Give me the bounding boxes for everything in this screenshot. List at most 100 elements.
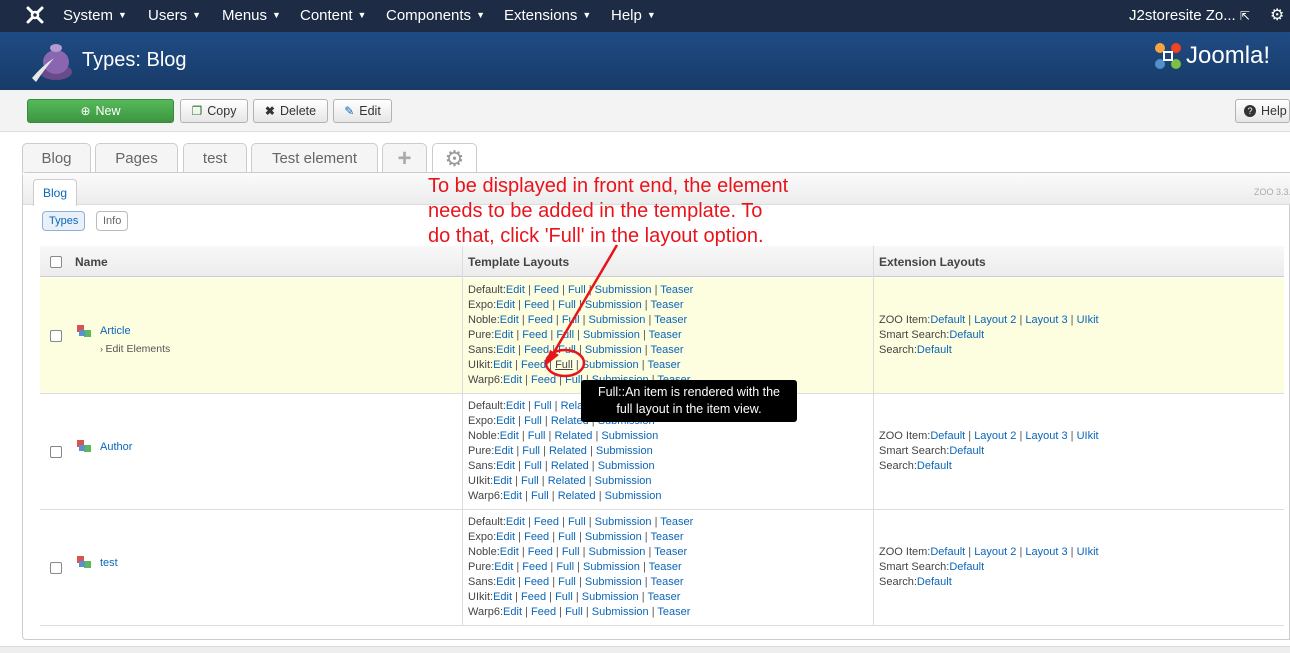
template-link-full[interactable]: Full — [521, 475, 539, 487]
menu-users[interactable]: Users ▼ — [148, 7, 201, 24]
template-link-submission[interactable]: Submission — [595, 516, 652, 528]
template-link-full[interactable]: Full — [558, 531, 576, 543]
add-app-icon[interactable]: + — [382, 143, 427, 173]
template-link-submission[interactable]: Submission — [585, 344, 642, 356]
template-link-feed[interactable]: Feed — [534, 516, 559, 528]
template-link-teaser[interactable]: Teaser — [657, 606, 690, 618]
template-link-edit[interactable]: Edit — [503, 490, 522, 502]
delete-button[interactable]: ✖ Delete — [253, 99, 328, 123]
extension-link-layout-3[interactable]: Layout 3 — [1025, 314, 1067, 326]
extension-link-default[interactable]: Default — [930, 314, 965, 326]
menu-help[interactable]: Help ▼ — [611, 7, 656, 24]
joomla-logo-icon[interactable] — [26, 6, 44, 24]
template-link-submission[interactable]: Submission — [598, 460, 655, 472]
gear-icon[interactable]: ⚙ — [1270, 5, 1284, 25]
copy-button[interactable]: ❐ Copy — [180, 99, 248, 123]
template-link-edit[interactable]: Edit — [496, 576, 515, 588]
extension-link-default[interactable]: Default — [917, 460, 952, 472]
template-link-edit[interactable]: Edit — [503, 606, 522, 618]
template-link-teaser[interactable]: Teaser — [651, 299, 684, 311]
info-button[interactable]: Info — [96, 211, 129, 231]
template-link-submission[interactable]: Submission — [583, 561, 640, 573]
row-checkbox[interactable] — [50, 562, 62, 574]
template-link-submission[interactable]: Submission — [601, 430, 658, 442]
tab-test[interactable]: test — [183, 143, 247, 173]
extension-link-layout-3[interactable]: Layout 3 — [1025, 430, 1067, 442]
template-link-edit[interactable]: Edit — [494, 445, 513, 457]
site-link[interactable]: J2storesite Zo... ⇱ — [1129, 7, 1250, 24]
menu-components[interactable]: Components ▼ — [386, 7, 485, 24]
template-link-submission[interactable]: Submission — [605, 490, 662, 502]
tab-blog[interactable]: Blog — [22, 143, 91, 173]
template-link-feed[interactable]: Feed — [524, 531, 549, 543]
menu-extensions[interactable]: Extensions ▼ — [504, 7, 591, 24]
extension-link-default[interactable]: Default — [949, 329, 984, 341]
template-link-feed[interactable]: Feed — [524, 576, 549, 588]
template-link-edit[interactable]: Edit — [496, 344, 515, 356]
edit-button[interactable]: ✎ Edit — [333, 99, 392, 123]
template-link-full[interactable]: Full — [528, 430, 546, 442]
template-link-edit[interactable]: Edit — [493, 475, 512, 487]
template-link-edit[interactable]: Edit — [503, 374, 522, 386]
template-link-teaser[interactable]: Teaser — [651, 576, 684, 588]
template-link-edit[interactable]: Edit — [494, 329, 513, 341]
template-link-feed[interactable]: Feed — [528, 314, 553, 326]
template-link-edit[interactable]: Edit — [500, 546, 519, 558]
template-link-edit[interactable]: Edit — [500, 430, 519, 442]
template-link-full[interactable]: Full — [524, 460, 542, 472]
extension-link-default[interactable]: Default — [949, 561, 984, 573]
template-link-related[interactable]: Related — [554, 430, 592, 442]
template-link-full[interactable]: Full — [534, 400, 552, 412]
extension-link-default[interactable]: Default — [917, 576, 952, 588]
template-link-submission[interactable]: Submission — [585, 531, 642, 543]
template-link-feed[interactable]: Feed — [522, 561, 547, 573]
extension-link-default[interactable]: Default — [949, 445, 984, 457]
template-link-feed[interactable]: Feed — [521, 591, 546, 603]
template-link-related[interactable]: Related — [551, 460, 589, 472]
template-link-teaser[interactable]: Teaser — [660, 516, 693, 528]
template-link-teaser[interactable]: Teaser — [660, 284, 693, 296]
app-config-gear-icon[interactable]: ⚙ — [432, 143, 477, 173]
template-link-edit[interactable]: Edit — [493, 591, 512, 603]
template-link-submission[interactable]: Submission — [589, 546, 646, 558]
select-all-checkbox[interactable] — [50, 256, 62, 268]
template-link-full[interactable]: Full — [562, 546, 580, 558]
extension-link-layout-2[interactable]: Layout 2 — [974, 546, 1016, 558]
template-link-full[interactable]: Full — [558, 299, 576, 311]
template-link-full[interactable]: Full — [555, 359, 573, 371]
menu-content[interactable]: Content ▼ — [300, 7, 366, 24]
template-link-full[interactable]: Full — [558, 344, 576, 356]
template-link-full[interactable]: Full — [531, 490, 549, 502]
template-link-submission[interactable]: Submission — [585, 299, 642, 311]
edit-elements-link[interactable]: › Edit Elements — [100, 343, 170, 355]
types-button[interactable]: Types — [42, 211, 86, 231]
type-name-link[interactable]: Author — [100, 441, 132, 453]
extension-link-default[interactable]: Default — [917, 344, 952, 356]
extension-link-layout-2[interactable]: Layout 2 — [974, 314, 1016, 326]
template-link-full[interactable]: Full — [524, 415, 542, 427]
template-link-edit[interactable]: Edit — [496, 415, 515, 427]
extension-link-default[interactable]: Default — [930, 430, 965, 442]
template-link-teaser[interactable]: Teaser — [647, 359, 680, 371]
template-link-full[interactable]: Full — [522, 445, 540, 457]
row-checkbox[interactable] — [50, 330, 62, 342]
template-link-teaser[interactable]: Teaser — [651, 531, 684, 543]
template-link-edit[interactable]: Edit — [506, 516, 525, 528]
row-checkbox[interactable] — [50, 446, 62, 458]
template-link-full[interactable]: Full — [562, 314, 580, 326]
template-link-full[interactable]: Full — [558, 576, 576, 588]
template-link-full[interactable]: Full — [568, 284, 586, 296]
template-link-teaser[interactable]: Teaser — [654, 546, 687, 558]
template-link-submission[interactable]: Submission — [589, 314, 646, 326]
template-link-full[interactable]: Full — [556, 329, 574, 341]
template-link-teaser[interactable]: Teaser — [649, 561, 682, 573]
template-link-feed[interactable]: Feed — [534, 284, 559, 296]
template-link-full[interactable]: Full — [565, 606, 583, 618]
template-link-feed[interactable]: Feed — [531, 374, 556, 386]
template-link-teaser[interactable]: Teaser — [654, 314, 687, 326]
template-link-submission[interactable]: Submission — [595, 475, 652, 487]
template-link-edit[interactable]: Edit — [496, 531, 515, 543]
tab-test-element[interactable]: Test element — [251, 143, 378, 173]
template-link-submission[interactable]: Submission — [583, 329, 640, 341]
extension-link-layout-3[interactable]: Layout 3 — [1025, 546, 1067, 558]
